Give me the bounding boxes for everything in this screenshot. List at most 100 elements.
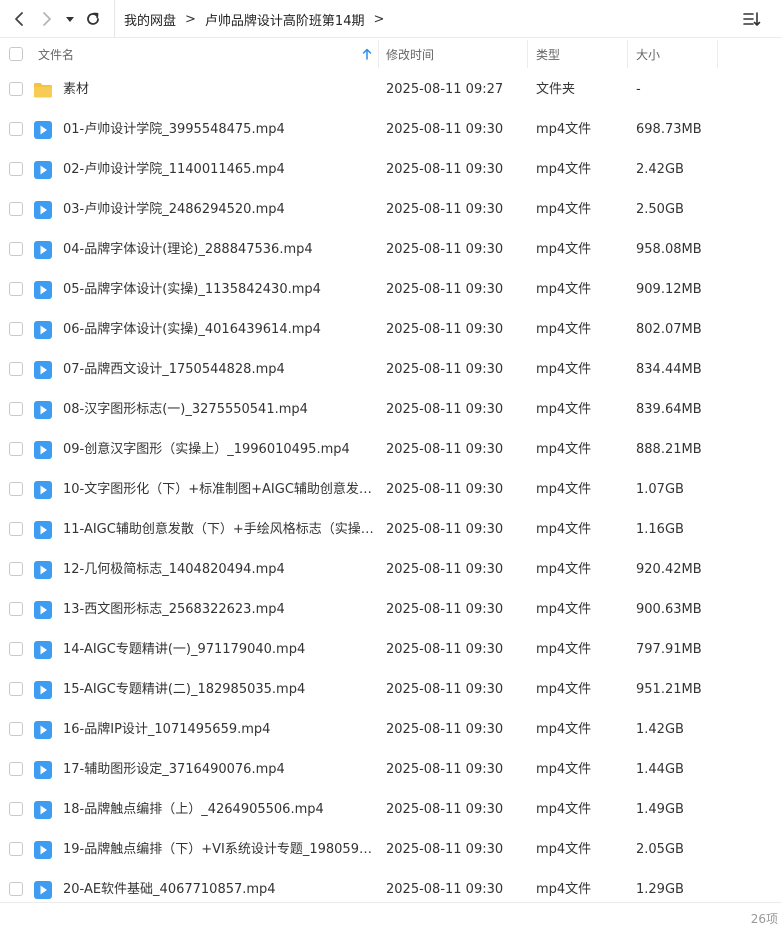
file-type: mp4文件 — [536, 402, 592, 417]
sort-ascending-icon[interactable] — [362, 38, 372, 70]
file-name[interactable]: 11-AIGC辅助创意发散（下）+手绘风格标志（实操）_… — [63, 510, 375, 550]
file-row[interactable]: 19-品牌触点编排（下）+VI系统设计专题_1980594809… 2025-08… — [0, 830, 782, 870]
select-all-checkbox[interactable] — [9, 47, 23, 61]
file-name[interactable]: 12-几何极简标志_1404820494.mp4 — [63, 550, 375, 590]
file-name[interactable]: 05-品牌字体设计(实操)_1135842430.mp4 — [63, 270, 375, 310]
row-checkbox[interactable] — [9, 802, 23, 816]
video-file-icon — [33, 720, 53, 740]
row-checkbox[interactable] — [9, 442, 23, 456]
file-name[interactable]: 15-AIGC专题精讲(二)_182985035.mp4 — [63, 670, 375, 710]
file-row[interactable]: 13-西文图形标志_2568322623.mp4 2025-08-11 09:30… — [0, 590, 782, 630]
refresh-button[interactable] — [82, 8, 104, 30]
file-name[interactable]: 01-卢帅设计学院_3995548475.mp4 — [63, 110, 375, 150]
file-name[interactable]: 03-卢帅设计学院_2486294520.mp4 — [63, 190, 375, 230]
file-size: 698.73MB — [636, 122, 702, 137]
file-name[interactable]: 08-汉字图形标志(一)_3275550541.mp4 — [63, 390, 375, 430]
file-row[interactable]: 04-品牌字体设计(理论)_288847536.mp4 2025-08-11 09… — [0, 230, 782, 270]
file-size: 900.63MB — [636, 602, 702, 617]
file-name[interactable]: 17-辅助图形设定_3716490076.mp4 — [63, 750, 375, 790]
file-row[interactable]: 05-品牌字体设计(实操)_1135842430.mp4 2025-08-11 0… — [0, 270, 782, 310]
breadcrumb-item-current[interactable]: 卢帅品牌设计高阶班第14期 — [205, 10, 365, 29]
column-divider[interactable] — [627, 40, 628, 68]
row-checkbox[interactable] — [9, 522, 23, 536]
column-header-type[interactable]: 类型 — [536, 38, 560, 70]
video-file-icon — [33, 840, 53, 860]
video-file-icon — [33, 520, 53, 540]
file-name[interactable]: 18-品牌触点编排（上）_4264905506.mp4 — [63, 790, 375, 830]
row-checkbox[interactable] — [9, 82, 23, 96]
file-row[interactable]: 14-AIGC专题精讲(一)_971179040.mp4 2025-08-11 0… — [0, 630, 782, 670]
file-row[interactable]: 素材 2025-08-11 09:27 文件夹 - — [0, 70, 782, 110]
row-checkbox[interactable] — [9, 602, 23, 616]
file-modified: 2025-08-11 09:30 — [386, 562, 504, 577]
file-modified: 2025-08-11 09:30 — [386, 522, 504, 537]
column-divider[interactable] — [378, 40, 379, 68]
file-type: mp4文件 — [536, 802, 592, 817]
row-checkbox[interactable] — [9, 402, 23, 416]
video-file-icon — [33, 440, 53, 460]
file-name[interactable]: 19-品牌触点编排（下）+VI系统设计专题_1980594809… — [63, 830, 375, 870]
file-row[interactable]: 02-卢帅设计学院_1140011465.mp4 2025-08-11 09:30… — [0, 150, 782, 190]
breadcrumb: 我的网盘 > 卢帅品牌设计高阶班第14期 > — [114, 0, 393, 38]
file-row[interactable]: 01-卢帅设计学院_3995548475.mp4 2025-08-11 09:30… — [0, 110, 782, 150]
column-header-size[interactable]: 大小 — [636, 38, 660, 70]
breadcrumb-item-root[interactable]: 我的网盘 — [124, 10, 176, 29]
row-checkbox[interactable] — [9, 722, 23, 736]
row-checkbox[interactable] — [9, 202, 23, 216]
file-name[interactable]: 09-创意汉字图形（实操上）_1996010495.mp4 — [63, 430, 375, 470]
row-checkbox[interactable] — [9, 162, 23, 176]
row-checkbox[interactable] — [9, 322, 23, 336]
file-type: mp4文件 — [536, 162, 592, 177]
file-name[interactable]: 07-品牌西文设计_1750544828.mp4 — [63, 350, 375, 390]
row-checkbox[interactable] — [9, 842, 23, 856]
file-row[interactable]: 12-几何极简标志_1404820494.mp4 2025-08-11 09:30… — [0, 550, 782, 590]
file-row[interactable]: 18-品牌触点编排（上）_4264905506.mp4 2025-08-11 09… — [0, 790, 782, 830]
file-row[interactable]: 06-品牌字体设计(实操)_4016439614.mp4 2025-08-11 0… — [0, 310, 782, 350]
file-modified: 2025-08-11 09:30 — [386, 802, 504, 817]
file-row[interactable]: 16-品牌IP设计_1071495659.mp4 2025-08-11 09:30… — [0, 710, 782, 750]
back-button[interactable] — [8, 8, 30, 30]
file-size: 920.42MB — [636, 562, 702, 577]
file-name[interactable]: 素材 — [63, 70, 375, 110]
file-row[interactable]: 10-文字图形化（下）+标准制图+AIGC辅助创意发散（… 2025-08-11 … — [0, 470, 782, 510]
file-size: 1.49GB — [636, 802, 684, 817]
file-modified: 2025-08-11 09:30 — [386, 602, 504, 617]
row-checkbox[interactable] — [9, 122, 23, 136]
row-checkbox[interactable] — [9, 282, 23, 296]
column-divider[interactable] — [527, 40, 528, 68]
row-checkbox[interactable] — [9, 242, 23, 256]
file-name[interactable]: 13-西文图形标志_2568322623.mp4 — [63, 590, 375, 630]
breadcrumb-separator-icon[interactable]: > — [373, 12, 384, 27]
row-checkbox[interactable] — [9, 362, 23, 376]
file-row[interactable]: 08-汉字图形标志(一)_3275550541.mp4 2025-08-11 09… — [0, 390, 782, 430]
file-row[interactable]: 07-品牌西文设计_1750544828.mp4 2025-08-11 09:30… — [0, 350, 782, 390]
row-checkbox[interactable] — [9, 642, 23, 656]
file-row[interactable]: 03-卢帅设计学院_2486294520.mp4 2025-08-11 09:30… — [0, 190, 782, 230]
file-size: 834.44MB — [636, 362, 702, 377]
column-divider[interactable] — [717, 40, 718, 68]
row-checkbox[interactable] — [9, 562, 23, 576]
file-row[interactable]: 17-辅助图形设定_3716490076.mp4 2025-08-11 09:30… — [0, 750, 782, 790]
file-name[interactable]: 16-品牌IP设计_1071495659.mp4 — [63, 710, 375, 750]
file-name[interactable]: 10-文字图形化（下）+标准制图+AIGC辅助创意发散（… — [63, 470, 375, 510]
column-header-name[interactable]: 文件名 — [38, 38, 74, 70]
row-checkbox[interactable] — [9, 882, 23, 896]
file-size: 802.07MB — [636, 322, 702, 337]
row-checkbox[interactable] — [9, 482, 23, 496]
file-name[interactable]: 04-品牌字体设计(理论)_288847536.mp4 — [63, 230, 375, 270]
file-row[interactable]: 15-AIGC专题精讲(二)_182985035.mp4 2025-08-11 0… — [0, 670, 782, 710]
file-row[interactable]: 09-创意汉字图形（实操上）_1996010495.mp4 2025-08-11 … — [0, 430, 782, 470]
file-name[interactable]: 06-品牌字体设计(实操)_4016439614.mp4 — [63, 310, 375, 350]
sort-menu-button[interactable] — [742, 9, 762, 29]
file-row[interactable]: 11-AIGC辅助创意发散（下）+手绘风格标志（实操）_… 2025-08-11 … — [0, 510, 782, 550]
file-name[interactable]: 02-卢帅设计学院_1140011465.mp4 — [63, 150, 375, 190]
column-header-modified[interactable]: 修改时间 — [386, 38, 434, 70]
file-type: mp4文件 — [536, 282, 592, 297]
file-name[interactable]: 14-AIGC专题精讲(一)_971179040.mp4 — [63, 630, 375, 670]
history-dropdown-button[interactable] — [62, 8, 78, 30]
row-checkbox[interactable] — [9, 682, 23, 696]
forward-button[interactable] — [36, 8, 58, 30]
row-checkbox[interactable] — [9, 762, 23, 776]
caret-down-icon — [66, 17, 74, 22]
file-size: 839.64MB — [636, 402, 702, 417]
